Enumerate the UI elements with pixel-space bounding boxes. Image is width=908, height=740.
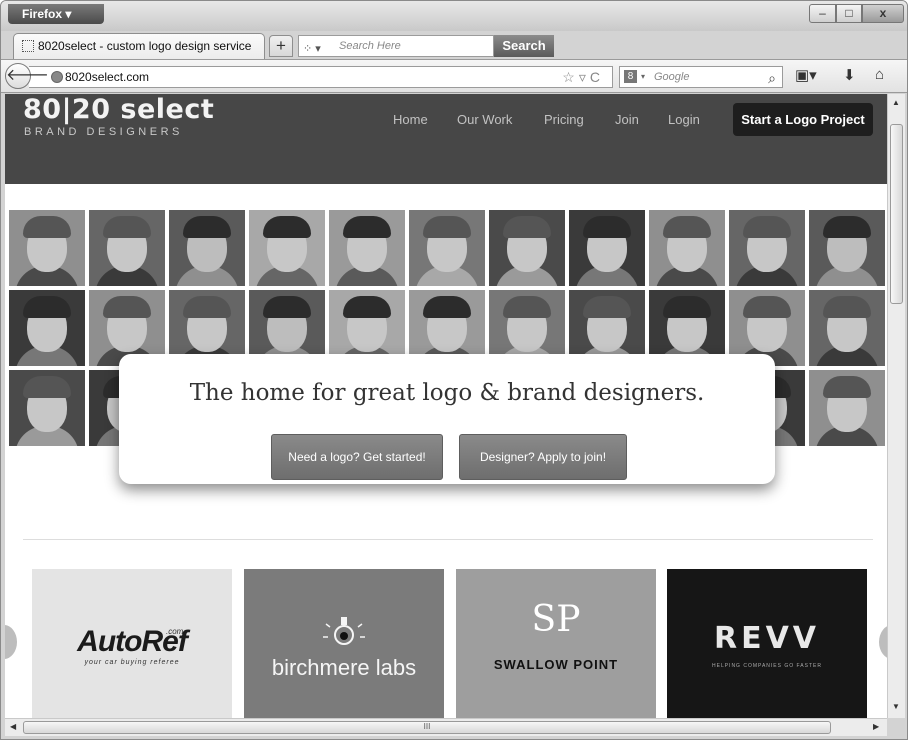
search-icon[interactable]: ⌕ [768,68,776,88]
designer-photo [169,210,245,286]
hero-title: The home for great logo & brand designer… [189,380,705,406]
section-divider [23,539,873,540]
nav-home[interactable]: Home [393,112,428,127]
designer-photo [409,210,485,286]
designer-photo [569,210,645,286]
scroll-right-arrow-icon[interactable]: ▶ [873,722,879,731]
globe-icon [51,71,63,83]
maximize-button[interactable]: □ [836,4,862,23]
url-bar[interactable]: 8020select.com ☆▿C [29,66,613,88]
carousel-next-button[interactable] [879,625,887,659]
nav-our-work[interactable]: Our Work [457,112,512,127]
toolbar-search-button[interactable]: Search [494,35,554,57]
bookmark-star-icon[interactable]: ☆▿C [562,67,604,87]
designer-photo [809,210,885,286]
hero-card: The home for great logo & brand designer… [119,354,775,484]
chevron-down-icon[interactable]: ▾ [641,67,645,87]
horizontal-scroll-thumb[interactable]: III [23,721,831,734]
portfolio-item-birchmere[interactable]: birchmere labs [244,569,444,718]
designer-photo [729,210,805,286]
designer-photo [89,210,165,286]
designer-photo [9,290,85,366]
search-bar[interactable]: 8 ▾ Google ⌕ [619,66,783,88]
designer-photo [809,290,885,366]
google-engine-icon[interactable]: 8 [624,70,637,83]
navigation-bar: 8020select.com ☆▿C 🡐 8 ▾ Google ⌕ ▣▾ ⬇ ⌂ [1,59,907,93]
firefox-menu-button[interactable]: Firefox ▾ [8,4,104,24]
revv-wordmark: REVV [713,621,821,656]
designer-photo [329,210,405,286]
site-header: 80|20 select BRAND DESIGNERS Home Our Wo… [5,94,887,184]
tab-title: 8020select - custom logo design service [38,39,252,53]
flask-icon [323,617,365,645]
scroll-up-arrow-icon[interactable]: ▲ [892,98,900,107]
site-logo[interactable]: 80|20 select [23,94,214,125]
search-engine-icon[interactable]: ⁘ ▾ [303,39,321,59]
portfolio-item-swallow-point[interactable]: SP SWALLOW POINT [456,569,656,718]
autoref-wordmark: AutoRef [77,625,188,658]
close-button[interactable]: x [862,4,904,23]
designer-photo [249,210,325,286]
designer-photo [649,210,725,286]
bookmarks-icon[interactable]: ▣▾ [795,66,817,84]
new-tab-button[interactable]: + [269,35,293,57]
nav-join[interactable]: Join [615,112,639,127]
swallow-point-monogram: SP [531,599,581,640]
birchmere-wordmark: birchmere labs [271,655,417,680]
start-logo-project-button[interactable]: Start a Logo Project [733,103,873,136]
favicon-icon [22,40,34,52]
url-text: 8020select.com [65,70,150,84]
browser-tab[interactable]: 8020select - custom logo design service [13,33,265,59]
designer-photo [809,370,885,446]
title-bar: Firefox ▾ – □ x [1,1,907,31]
autoref-tagline: your car buying referee [84,659,180,666]
vertical-scroll-thumb[interactable] [890,124,903,304]
tab-strip: 8020select - custom logo design service … [1,31,907,59]
page-viewport: 80|20 select BRAND DESIGNERS Home Our Wo… [5,94,887,718]
autoref-suffix: .com [166,627,184,636]
toolbar-search-input[interactable]: ⁘ ▾ Search Here [298,35,494,57]
search-placeholder: Google [654,71,690,83]
nav-login[interactable]: Login [668,112,700,127]
swallow-point-wordmark: SWALLOW POINT [493,657,619,672]
scroll-left-arrow-icon[interactable]: ◀ [10,722,16,731]
portfolio-item-revv[interactable]: REVV HELPING COMPANIES GO FASTER [667,569,867,718]
designer-photo [9,210,85,286]
scroll-down-arrow-icon[interactable]: ▼ [892,702,900,711]
portfolio-item-autoref[interactable]: AutoRef .com your car buying referee [32,569,232,718]
designer-photo [9,370,85,446]
nav-pricing[interactable]: Pricing [544,112,584,127]
home-icon[interactable]: ⌂ [875,66,884,83]
horizontal-scrollbar[interactable]: ◀ III ▶ [5,718,887,736]
back-arrow-icon[interactable]: 🡐 [5,63,49,89]
minimize-button[interactable]: – [809,4,836,23]
designer-photo [489,210,565,286]
browser-window: Firefox ▾ – □ x 8020select - custom logo… [0,0,908,740]
get-started-button[interactable]: Need a logo? Get started! [271,434,443,480]
vertical-scrollbar[interactable]: ▲ ▼ [887,94,905,718]
carousel-prev-button[interactable] [5,625,17,659]
revv-tagline: HELPING COMPANIES GO FASTER [712,663,822,669]
site-tagline: BRAND DESIGNERS [24,126,183,138]
apply-to-join-button[interactable]: Designer? Apply to join! [459,434,627,480]
download-icon[interactable]: ⬇ [843,66,856,84]
